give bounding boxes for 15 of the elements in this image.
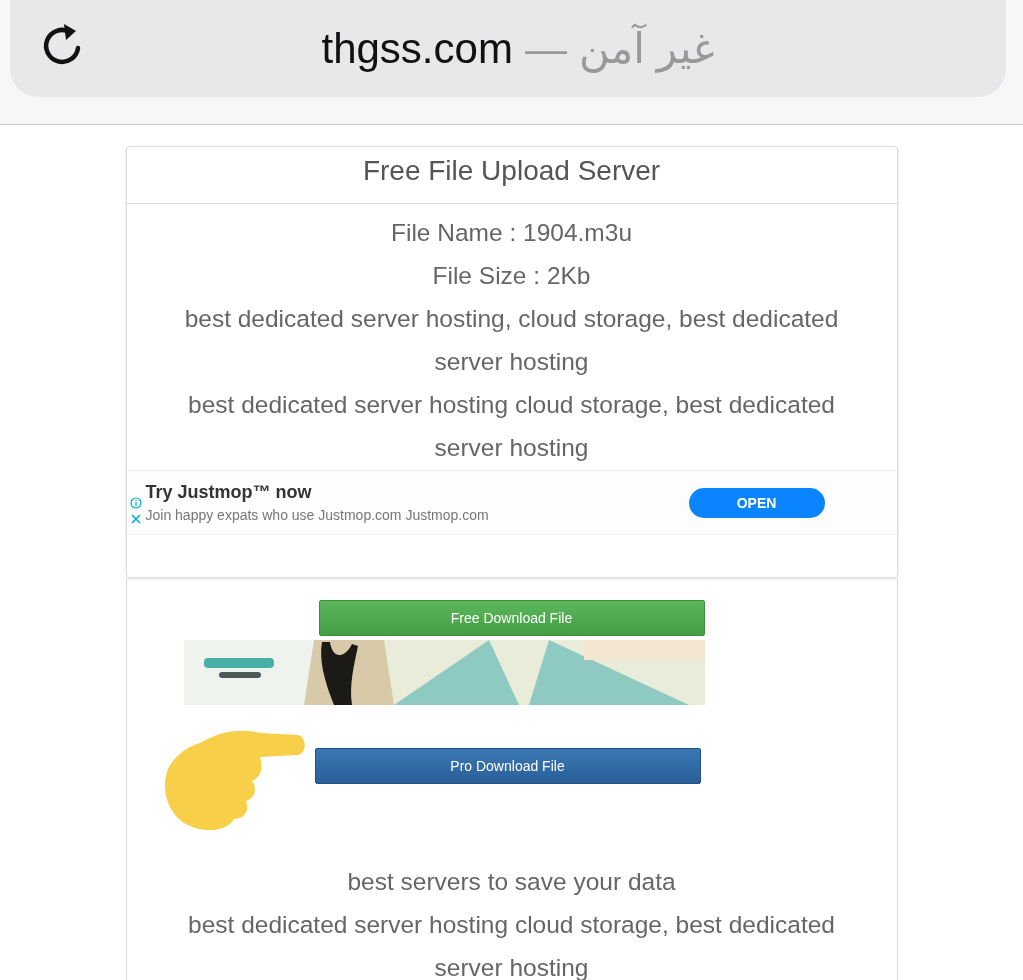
site-domain: thgss.com: [321, 24, 513, 73]
security-label: غير آمن: [578, 24, 715, 73]
ad-description: Join happy expats who use Justmop.com Justmop.com: [145, 507, 490, 523]
ad-headline: Try Justmop™ now: [145, 482, 313, 503]
footer-text: best servers to save your data: [346, 867, 677, 897]
separator-dash: —: [524, 24, 567, 73]
close-icon[interactable]: [129, 512, 142, 525]
open-button[interactable]: OPEN: [688, 487, 825, 518]
file-detail-text: File Name : 1904.m3u: [390, 218, 633, 248]
file-detail-text: File Size : 2Kb: [431, 261, 592, 291]
pro-download-button[interactable]: Pro Download File: [314, 748, 701, 784]
file-detail-text: best dedicated server hosting cloud storage, best dedicated server hosting: [187, 390, 836, 463]
card-title: Free File Upload Server: [361, 154, 662, 188]
info-icon[interactable]: [129, 496, 142, 509]
free-download-button[interactable]: Free Download File: [318, 600, 705, 636]
